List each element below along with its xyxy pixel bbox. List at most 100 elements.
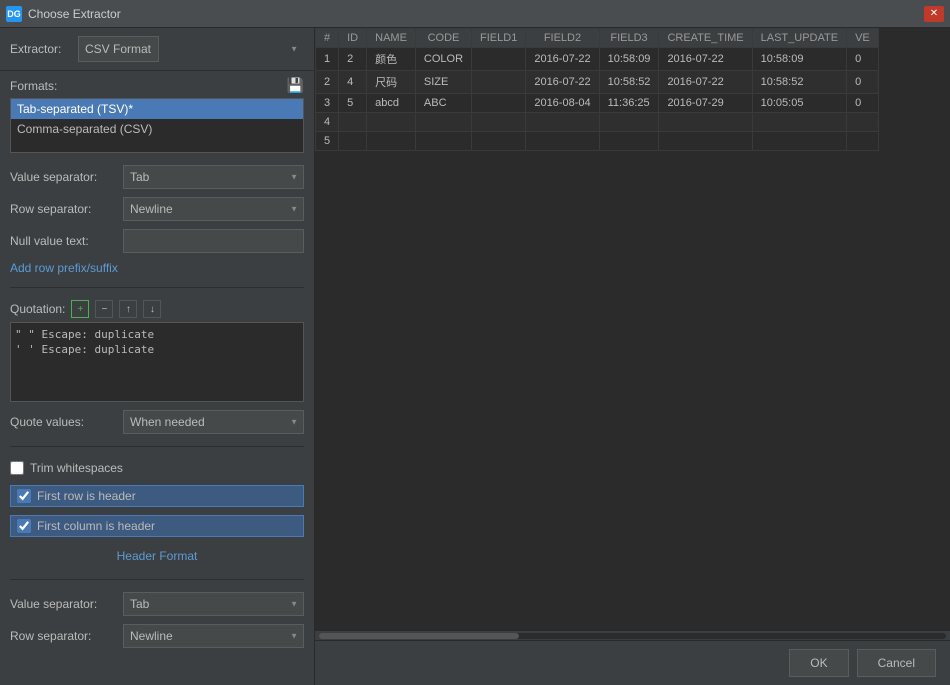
row-separator-2-select-wrapper: Newline CR+LF CR: [123, 624, 304, 648]
trim-whitespaces-checkbox[interactable]: [10, 461, 24, 475]
header-format-button[interactable]: Header Format: [113, 545, 202, 567]
right-panel: # ID NAME CODE FIELD1 FIELD2 FIELD3 CREA…: [315, 28, 950, 685]
scrollbar-thumb[interactable]: [319, 633, 519, 639]
first-row-header-row: First row is header: [10, 485, 304, 507]
col-header-field2: FIELD2: [526, 29, 599, 48]
value-separator-label: Value separator:: [10, 170, 115, 184]
cell-name-5: [367, 132, 416, 151]
cell-field1-1: [472, 48, 526, 71]
row-separator-select[interactable]: Newline CR+LF CR: [123, 197, 304, 221]
value-separator-2-select[interactable]: Tab Comma Semicolon Space: [123, 592, 304, 616]
cell-field3-3: 11:36:25: [599, 94, 659, 113]
first-column-header-label[interactable]: First column is header: [37, 519, 155, 533]
cell-name-1: 颜色: [367, 48, 416, 71]
preview-table-wrapper[interactable]: # ID NAME CODE FIELD1 FIELD2 FIELD3 CREA…: [315, 28, 950, 630]
cell-field1-2: [472, 71, 526, 94]
quotation-header: Quotation: + − ↑ ↓: [10, 300, 304, 318]
first-row-header-label[interactable]: First row is header: [37, 489, 136, 503]
formats-label: Formats:: [10, 79, 57, 93]
row-separator-row: Row separator: Newline CR+LF CR: [10, 197, 304, 221]
cell-update-1: 10:58:09: [752, 48, 846, 71]
row-num-3: 3: [316, 94, 339, 113]
extractor-select-wrapper: CSV Format: [78, 36, 304, 62]
main-content: Extractor: CSV Format Formats: 💾 Tab-sep…: [0, 28, 950, 685]
quotation-down-btn[interactable]: ↓: [143, 300, 161, 318]
cell-update-4: [752, 113, 846, 132]
col-header-ve: VE: [847, 29, 879, 48]
value-separator-2-select-wrapper: Tab Comma Semicolon Space: [123, 592, 304, 616]
header-format-section: Header Format: [10, 545, 304, 567]
col-header-code: CODE: [415, 29, 471, 48]
cancel-button[interactable]: Cancel: [857, 649, 936, 677]
cell-update-3: 10:05:05: [752, 94, 846, 113]
first-column-header-row: First column is header: [10, 515, 304, 537]
scrollbar-track: [319, 633, 946, 639]
quotation-entry-1: " " Escape: duplicate: [15, 327, 299, 342]
extractor-select[interactable]: CSV Format: [78, 36, 159, 62]
extractor-row: Extractor: CSV Format: [0, 28, 314, 71]
cell-field1-4: [472, 113, 526, 132]
quotation-up-btn[interactable]: ↑: [119, 300, 137, 318]
app-icon: DG: [6, 6, 22, 22]
quotation-add-btn[interactable]: +: [71, 300, 89, 318]
save-icon[interactable]: 💾: [287, 77, 304, 94]
preview-table: # ID NAME CODE FIELD1 FIELD2 FIELD3 CREA…: [315, 28, 879, 151]
cell-create-1: 2016-07-22: [659, 48, 752, 71]
quote-values-row: Quote values: When needed Always Never: [10, 410, 304, 434]
close-button[interactable]: ✕: [924, 6, 944, 22]
dialog-title: Choose Extractor: [28, 7, 121, 21]
row-separator-2-select[interactable]: Newline CR+LF CR: [123, 624, 304, 648]
value-separator-row: Value separator: Tab Comma Semicolon Spa…: [10, 165, 304, 189]
format-item-tsv[interactable]: Tab-separated (TSV)*: [11, 99, 303, 119]
add-row-link-row: Add row prefix/suffix: [10, 261, 304, 275]
first-row-header-checkbox[interactable]: [17, 489, 31, 503]
null-value-input[interactable]: [123, 229, 304, 253]
cell-create-4: [659, 113, 752, 132]
cell-name-4: [367, 113, 416, 132]
quotation-remove-btn[interactable]: −: [95, 300, 113, 318]
title-bar: DG Choose Extractor ✕: [0, 0, 950, 28]
title-bar-left: DG Choose Extractor: [6, 6, 121, 22]
cell-id-4: [339, 113, 367, 132]
col-header-last-update: LAST_UPDATE: [752, 29, 846, 48]
trim-whitespaces-label[interactable]: Trim whitespaces: [30, 461, 123, 475]
cell-field2-1: 2016-07-22: [526, 48, 599, 71]
cell-ve-5: [847, 132, 879, 151]
col-header-name: NAME: [367, 29, 416, 48]
preview-table-body: 1 2 颜色 COLOR 2016-07-22 10:58:09 2016-07…: [316, 48, 879, 151]
cell-ve-2: 0: [847, 71, 879, 94]
cell-id-3: 5: [339, 94, 367, 113]
first-column-header-checkbox[interactable]: [17, 519, 31, 533]
cell-field3-2: 10:58:52: [599, 71, 659, 94]
cell-create-3: 2016-07-29: [659, 94, 752, 113]
divider-1: [10, 287, 304, 288]
quotation-list: " " Escape: duplicate ' ' Escape: duplic…: [10, 322, 304, 402]
horizontal-scrollbar[interactable]: [315, 630, 950, 640]
col-header-create-time: CREATE_TIME: [659, 29, 752, 48]
extractor-label: Extractor:: [10, 42, 70, 56]
cell-id-5: [339, 132, 367, 151]
format-item-csv[interactable]: Comma-separated (CSV): [11, 119, 303, 139]
cell-create-2: 2016-07-22: [659, 71, 752, 94]
cell-field2-5: [526, 132, 599, 151]
cell-field3-1: 10:58:09: [599, 48, 659, 71]
cell-name-2: 尺码: [367, 71, 416, 94]
cell-code-4: [415, 113, 471, 132]
cell-ve-1: 0: [847, 48, 879, 71]
quote-values-select-wrapper: When needed Always Never: [123, 410, 304, 434]
table-row: 5: [316, 132, 879, 151]
add-row-link[interactable]: Add row prefix/suffix: [10, 261, 118, 275]
col-header-field1: FIELD1: [472, 29, 526, 48]
cell-field2-3: 2016-08-04: [526, 94, 599, 113]
bottom-bar: OK Cancel: [315, 640, 950, 685]
cell-id-1: 2: [339, 48, 367, 71]
row-separator-2-row: Row separator: Newline CR+LF CR: [10, 624, 304, 648]
table-row: 4: [316, 113, 879, 132]
ok-button[interactable]: OK: [789, 649, 848, 677]
quote-values-select[interactable]: When needed Always Never: [123, 410, 304, 434]
formats-header: Formats: 💾: [10, 77, 304, 94]
formats-list: Tab-separated (TSV)* Comma-separated (CS…: [10, 98, 304, 153]
null-value-row: Null value text:: [10, 229, 304, 253]
value-separator-select[interactable]: Tab Comma Semicolon Space: [123, 165, 304, 189]
cell-code-5: [415, 132, 471, 151]
